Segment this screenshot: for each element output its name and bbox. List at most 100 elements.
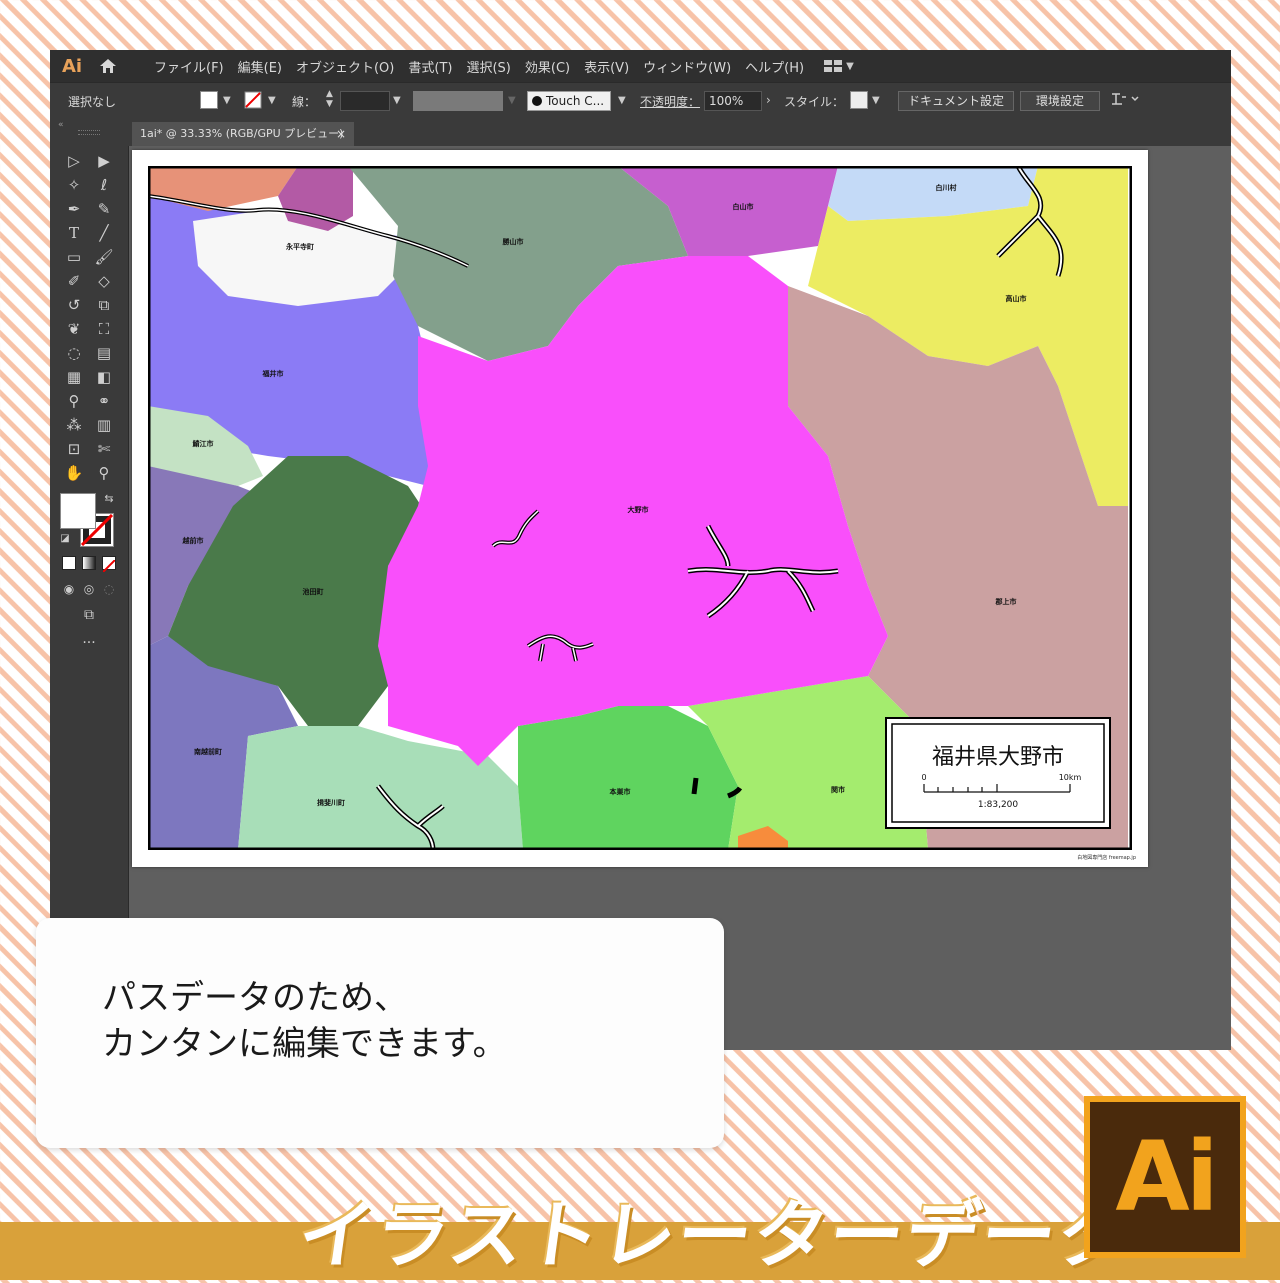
menu-effect[interactable]: 効果(C) bbox=[525, 57, 570, 76]
none-mode-icon[interactable] bbox=[102, 556, 116, 573]
label-echizen: 越前市 bbox=[182, 536, 204, 545]
draw-normal-icon[interactable]: ◉ bbox=[58, 578, 80, 600]
shape-builder-tool-icon[interactable]: ◌ bbox=[63, 342, 85, 364]
eraser-tool-icon[interactable]: ◇ bbox=[93, 270, 115, 292]
gradient-tool-icon[interactable]: ◧ bbox=[93, 366, 115, 388]
perspective-grid-tool-icon[interactable]: ▤ bbox=[93, 342, 115, 364]
fill-color-box-front[interactable] bbox=[60, 493, 96, 529]
close-icon[interactable]: × bbox=[336, 122, 346, 146]
type-tool-icon[interactable]: T bbox=[63, 222, 85, 244]
fill-swatch[interactable] bbox=[200, 91, 218, 109]
pen-tool-icon[interactable]: ✒ bbox=[63, 198, 85, 220]
stroke-label: 線： bbox=[292, 95, 317, 109]
line-tool-icon[interactable]: ╱ bbox=[93, 222, 115, 244]
variable-width-profile[interactable] bbox=[413, 91, 503, 111]
app-logo: Ai bbox=[62, 55, 83, 77]
label-shirakawa: 白川村 bbox=[936, 183, 957, 192]
edit-toolbar-icon[interactable]: ··· bbox=[78, 632, 100, 654]
label-sabae: 鯖江市 bbox=[192, 439, 214, 448]
document-tab-bar: 1ai* @ 33.33% (RGB/GPU プレビュー) × bbox=[128, 118, 1231, 146]
brush-definition-select[interactable]: Touch C... bbox=[527, 91, 611, 111]
selection-tool-icon[interactable]: ▷ bbox=[63, 150, 85, 172]
arrange-documents-icon[interactable] bbox=[1110, 91, 1140, 110]
zoom-tool-icon[interactable]: ⚲ bbox=[93, 462, 115, 484]
brush-dot-icon bbox=[532, 96, 542, 106]
magic-wand-tool-icon[interactable]: ✧ bbox=[63, 174, 85, 196]
shaper-tool-icon[interactable]: ✐ bbox=[63, 270, 85, 292]
menu-window[interactable]: ウィンドウ(W) bbox=[643, 57, 731, 76]
region-motosu[interactable] bbox=[518, 706, 738, 850]
collapse-panel-icon[interactable]: « bbox=[58, 120, 64, 130]
rotate-tool-icon[interactable]: ↺ bbox=[63, 294, 85, 316]
map-canvas[interactable]: 白川村 白山市 勝山市 永平寺町 高山市 福井市 鯖江市 大野市 越前市 池田町… bbox=[148, 166, 1132, 850]
document-tab[interactable]: 1ai* @ 33.33% (RGB/GPU プレビュー) × bbox=[132, 122, 354, 146]
label-hakusan: 白山市 bbox=[733, 202, 754, 211]
panel-grip[interactable] bbox=[78, 130, 100, 135]
graph-tool-icon[interactable]: ▥ bbox=[93, 414, 115, 436]
eyedropper-tool-icon[interactable]: ⚲ bbox=[63, 390, 85, 412]
draw-behind-icon[interactable]: ◎ bbox=[78, 578, 100, 600]
mesh-tool-icon[interactable]: ▦ bbox=[63, 366, 85, 388]
stroke-stepper-icon[interactable]: ▲ ▼ bbox=[326, 89, 333, 109]
preferences-button[interactable]: 環境設定 bbox=[1020, 91, 1100, 111]
artboard[interactable]: 白川村 白山市 勝山市 永平寺町 高山市 福井市 鯖江市 大野市 越前市 池田町… bbox=[132, 150, 1148, 867]
paintbrush-tool-icon[interactable]: 🖌 bbox=[93, 246, 115, 268]
menu-help[interactable]: ヘルプ(H) bbox=[745, 57, 804, 76]
opacity-input[interactable]: 100% bbox=[704, 91, 762, 111]
lasso-tool-icon[interactable]: ℓ bbox=[93, 174, 115, 196]
free-transform-tool-icon[interactable]: ⛶ bbox=[93, 318, 115, 340]
fill-chevron-icon[interactable]: ▼ bbox=[223, 95, 231, 106]
control-bar: 選択なし ▼ ▼ 線： ▲ ▼ ▼ ▼ Touch C... ▼ 不透明度： 10… bbox=[50, 82, 1231, 120]
direct-selection-tool-icon[interactable]: ▶ bbox=[93, 150, 115, 172]
label-fukui: 福井市 bbox=[262, 369, 284, 378]
label-seki: 関市 bbox=[831, 785, 845, 794]
curvature-tool-icon[interactable]: ✎ bbox=[93, 198, 115, 220]
draw-inside-icon[interactable]: ◌ bbox=[98, 578, 120, 600]
style-label: スタイル： bbox=[784, 95, 845, 109]
menu-bar: Ai ファイル(F) 編集(E) オブジェクト(O) 書式(T) 選択(S) 効… bbox=[50, 50, 1231, 82]
brush-chevron-icon[interactable]: ▼ bbox=[618, 95, 626, 106]
home-icon[interactable] bbox=[92, 58, 124, 74]
default-colors-icon[interactable]: ◪ bbox=[54, 528, 76, 550]
color-mode-icon[interactable] bbox=[62, 556, 76, 570]
caption-line-2: カンタンに編集できます。 bbox=[102, 1024, 507, 1064]
menu-file[interactable]: ファイル(F) bbox=[154, 57, 224, 76]
selection-status: 選択なし bbox=[68, 95, 117, 109]
opacity-arrow-icon[interactable]: › bbox=[766, 93, 771, 107]
slice-tool-icon[interactable]: ✄ bbox=[93, 438, 115, 460]
blend-tool-icon[interactable]: ⚭ bbox=[93, 390, 115, 412]
symbol-sprayer-tool-icon[interactable]: ⁂ bbox=[63, 414, 85, 436]
tools-panel: « ▷ ▶ ✧ ℓ ✒ ✎ T ╱ ▭ 🖌 ✐ ◇ ↺ ⧉ ❦ ⛶ ◌ ▤ ▦ … bbox=[50, 118, 129, 918]
menu-object[interactable]: オブジェクト(O) bbox=[296, 57, 394, 76]
swap-colors-icon[interactable]: ⇆ bbox=[98, 488, 120, 510]
document-settings-button[interactable]: ドキュメント設定 bbox=[898, 91, 1014, 111]
map-legend[interactable]: 福井県大野市 0 10km 1:83,200 bbox=[885, 717, 1111, 829]
hand-tool-icon[interactable]: ✋ bbox=[63, 462, 85, 484]
menu-type[interactable]: 書式(T) bbox=[408, 57, 452, 76]
stroke-swatch[interactable] bbox=[244, 91, 262, 112]
workspace-switcher[interactable]: ▼ bbox=[824, 60, 854, 72]
label-ono: 大野市 bbox=[628, 505, 649, 514]
style-swatch[interactable] bbox=[850, 91, 868, 109]
artboard-tool-icon[interactable]: ⊡ bbox=[63, 438, 85, 460]
legend-scale-start: 0 bbox=[921, 773, 926, 782]
stroke-weight-input[interactable] bbox=[340, 91, 390, 111]
rectangle-tool-icon[interactable]: ▭ bbox=[63, 246, 85, 268]
label-gujo: 郡上市 bbox=[995, 597, 1017, 606]
menu-select[interactable]: 選択(S) bbox=[466, 57, 510, 76]
profile-chevron-icon[interactable]: ▼ bbox=[508, 95, 516, 106]
scale-tool-icon[interactable]: ⧉ bbox=[93, 294, 115, 316]
screen-mode-icon[interactable]: ⧉ bbox=[78, 604, 100, 626]
workspace-grid-icon bbox=[824, 60, 843, 72]
opacity-label[interactable]: 不透明度： bbox=[640, 93, 700, 110]
stroke-chevron-icon[interactable]: ▼ bbox=[268, 95, 276, 106]
menu-view[interactable]: 表示(V) bbox=[584, 57, 629, 76]
gradient-mode-icon[interactable] bbox=[82, 556, 96, 570]
stroke-weight-chevron-icon[interactable]: ▼ bbox=[393, 95, 401, 106]
style-chevron-icon[interactable]: ▼ bbox=[872, 95, 880, 106]
label-takayama: 高山市 bbox=[1006, 294, 1027, 303]
label-motosu: 本巣市 bbox=[609, 787, 631, 796]
label-eiheiji: 永平寺町 bbox=[285, 242, 314, 251]
warp-tool-icon[interactable]: ❦ bbox=[63, 318, 85, 340]
menu-edit[interactable]: 編集(E) bbox=[238, 57, 282, 76]
